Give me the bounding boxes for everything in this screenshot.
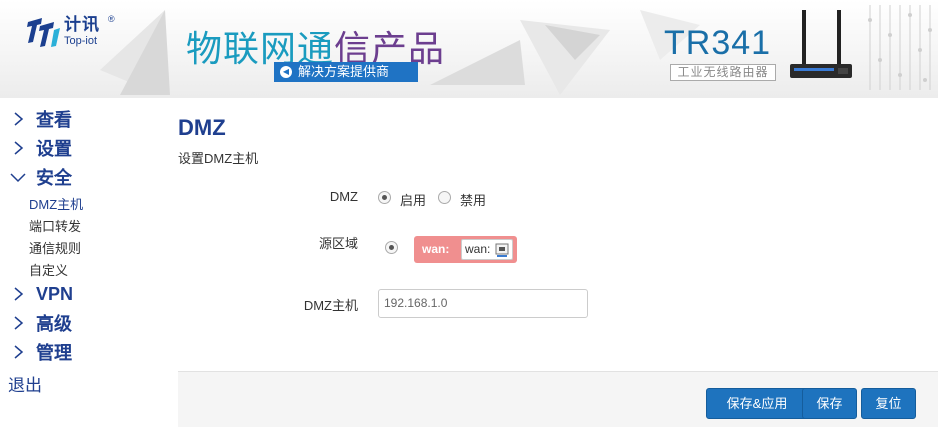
- network-interface-icon: [495, 243, 509, 257]
- sidebar-item-vpn[interactable]: VPN: [8, 282, 73, 306]
- sidebar-item-view[interactable]: 查看: [8, 107, 72, 131]
- reset-button[interactable]: 复位: [861, 388, 916, 419]
- zone-badge-wan[interactable]: wan: wan:: [414, 236, 517, 263]
- page-description: 设置DMZ主机: [178, 151, 259, 166]
- dmz-label: DMZ: [329, 189, 358, 204]
- chevron-right-icon: [14, 316, 24, 330]
- chevron-right-icon: [14, 112, 24, 126]
- chevron-down-icon: [10, 173, 26, 183]
- router-image: [790, 10, 852, 78]
- sidebar-subitem-traffic-rules[interactable]: 通信规则: [29, 238, 81, 257]
- sidebar-item-label: 查看: [36, 110, 72, 130]
- sidebar-item-label: VPN: [36, 283, 74, 304]
- model-subtitle: 工业无线路由器: [670, 64, 776, 81]
- save-button[interactable]: 保存: [802, 388, 857, 419]
- dmz-host-input[interactable]: 192.168.1.0: [378, 289, 588, 318]
- sidebar-item-admin[interactable]: 管理: [8, 340, 72, 364]
- sidebar-subitem-port-forward[interactable]: 端口转发: [29, 216, 81, 235]
- sidebar-item-advanced[interactable]: 高级: [8, 311, 72, 335]
- zone-interface: wan:: [461, 239, 513, 260]
- dmz-enable-radio[interactable]: [378, 191, 391, 204]
- brand-logo: 计讯 Top-iot ®: [26, 14, 115, 48]
- model-name: TR341: [664, 24, 772, 62]
- sidebar-item-label: 安全: [36, 168, 72, 188]
- dmz-enable-label: 启用: [400, 193, 427, 208]
- chevron-right-icon: [14, 141, 24, 155]
- sidebar-subitem-custom[interactable]: 自定义: [29, 260, 68, 279]
- sidebar-item-label: 设置: [36, 139, 72, 159]
- play-icon: ◀: [280, 66, 292, 78]
- zone-name: wan:: [422, 242, 450, 256]
- sidebar-subitem-dmz[interactable]: DMZ主机: [29, 194, 83, 213]
- chevron-right-icon: [14, 345, 24, 359]
- sidebar-item-security[interactable]: 安全: [8, 165, 72, 189]
- sidebar: 查看 设置 安全 DMZ主机 端口转发 通信规则 自定义 VPN 高级 管理 退…: [0, 98, 170, 427]
- sidebar-item-settings[interactable]: 设置: [8, 136, 72, 160]
- chevron-right-icon: [14, 287, 24, 301]
- header-banner: 计讯 Top-iot ® 物联网通信产品 ◀ 解决方案提供商 TR341 工业无…: [0, 0, 938, 98]
- source-zone-radio[interactable]: [385, 241, 398, 254]
- slogan-sub: ◀ 解决方案提供商: [274, 62, 418, 82]
- sidebar-item-label: 高级: [36, 314, 72, 334]
- dmz-host-label: DMZ主机: [303, 298, 358, 313]
- registered-mark: ®: [108, 14, 115, 24]
- logo-icon: [27, 18, 60, 47]
- page: 计讯 Top-iot ® 物联网通信产品 ◀ 解决方案提供商 TR341 工业无…: [0, 0, 938, 427]
- logo-cn-text: 计讯: [64, 15, 100, 34]
- save-apply-button[interactable]: 保存&应用: [706, 388, 808, 419]
- dmz-disable-label: 禁用: [460, 193, 487, 208]
- sidebar-item-exit[interactable]: 退出: [8, 371, 42, 396]
- page-title: DMZ: [178, 115, 226, 140]
- source-zone-label: 源区域: [318, 236, 358, 251]
- dmz-disable-radio[interactable]: [438, 191, 451, 204]
- logo-en-text: Top-iot: [64, 35, 98, 47]
- slogan-sub-text: 解决方案提供商: [298, 64, 390, 79]
- sidebar-item-label: 管理: [36, 343, 72, 363]
- zone-interface-label: wan:: [465, 242, 491, 256]
